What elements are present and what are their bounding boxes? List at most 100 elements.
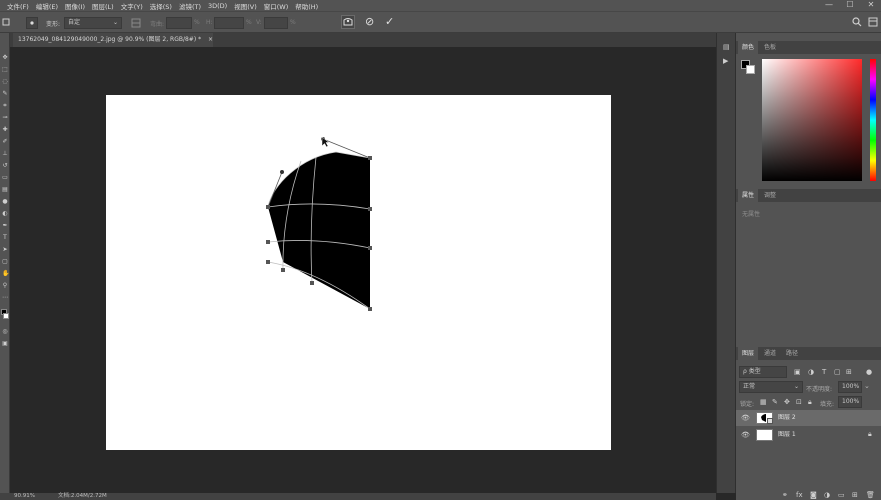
marquee-tool-icon[interactable]: ⬚ [2, 67, 8, 73]
actions-panel-icon[interactable]: ▶ [723, 57, 728, 65]
warp-anchor-point[interactable] [368, 156, 372, 160]
warp-anchor-point[interactable] [281, 268, 285, 272]
layer-name[interactable]: 图层 2 [778, 410, 796, 426]
tab-channels[interactable]: 通道 [760, 347, 780, 360]
blur-tool-icon[interactable]: ● [2, 199, 8, 205]
warp-transform-overlay[interactable] [106, 95, 611, 450]
history-brush-tool-icon[interactable]: ↺ [2, 163, 8, 169]
crop-tool-icon[interactable]: ⌗ [2, 103, 8, 109]
filter-shape-icon[interactable]: ▢ [834, 368, 841, 376]
menu-filter[interactable]: 滤镜(T) [179, 1, 201, 11]
layer-style-icon[interactable]: fx [796, 491, 803, 499]
bend-input[interactable] [166, 17, 192, 29]
maximize-button[interactable]: ☐ [843, 0, 857, 11]
eyedropper-tool-icon[interactable]: ⊸ [2, 115, 8, 121]
tab-properties[interactable]: 属性 [738, 189, 759, 202]
filter-pixel-icon[interactable]: ▣ [794, 368, 801, 376]
warp-anchor-point[interactable] [368, 207, 372, 211]
warp-anchor-point[interactable] [266, 205, 270, 209]
tab-adjustments[interactable]: 调整 [760, 189, 780, 202]
color-picker-field[interactable] [762, 59, 862, 181]
shape-tool-icon[interactable]: ▢ [2, 259, 8, 265]
fill-input[interactable]: 100% [838, 396, 862, 408]
link-layers-icon[interactable]: ⚭ [782, 491, 788, 499]
menu-window[interactable]: 窗口(W) [264, 1, 289, 11]
blend-mode-select[interactable]: 正常 ⌄ [739, 381, 803, 393]
chevron-down-icon[interactable]: ⌄ [864, 382, 870, 390]
warp-anchor-point[interactable] [310, 281, 314, 285]
close-window-button[interactable]: ✕ [864, 0, 878, 11]
menu-layer[interactable]: 图层(L) [92, 1, 114, 11]
lock-all-icon[interactable]: 🔒︎ [808, 398, 812, 406]
zoom-tool-icon[interactable]: ⚲ [2, 283, 8, 289]
warp-anchor-point[interactable] [368, 307, 372, 311]
new-layer-icon[interactable]: ⊞ [852, 491, 858, 499]
opacity-input[interactable]: 100% [838, 381, 862, 393]
history-panel-icon[interactable]: ▤ [723, 43, 730, 51]
warp-anchor-point[interactable] [266, 240, 270, 244]
hand-tool-icon[interactable]: ✋ [2, 271, 9, 277]
visibility-eye-icon[interactable]: 👁︎ [741, 414, 750, 422]
menu-edit[interactable]: 编辑(E) [36, 1, 58, 11]
menu-3d[interactable]: 3D(D) [208, 2, 227, 10]
lock-position-icon[interactable]: ✥ [784, 398, 790, 406]
screen-mode-icon[interactable]: ▣ [2, 341, 8, 347]
filter-adjustment-icon[interactable]: ◑ [808, 368, 814, 376]
warp-anchor-point[interactable] [368, 246, 372, 250]
gradient-tool-icon[interactable]: ▤ [2, 187, 8, 193]
warp-mode-toggle-icon[interactable] [341, 15, 355, 29]
add-mask-icon[interactable]: ◙ [810, 491, 817, 499]
lock-transparency-icon[interactable]: ▦ [760, 398, 767, 406]
delete-layer-icon[interactable]: 🗑︎ [866, 491, 875, 499]
tab-layers[interactable]: 图层 [738, 347, 759, 360]
workspace-icon[interactable] [868, 17, 878, 27]
lock-artboard-icon[interactable]: ⊡ [796, 398, 802, 406]
brush-tool-icon[interactable]: ✐ [2, 139, 8, 145]
menu-file[interactable]: 文件(F) [7, 1, 29, 11]
menu-view[interactable]: 视图(V) [234, 1, 257, 11]
warp-orientation-icon[interactable] [130, 17, 142, 29]
layer-row[interactable]: 👁︎ 图层 2 [736, 410, 881, 426]
layer-filter-select[interactable]: ρ 类型 [739, 366, 787, 378]
warp-anchor-point[interactable] [266, 260, 270, 264]
reference-point-icon[interactable] [26, 17, 38, 29]
v-distortion-input[interactable] [264, 17, 288, 29]
adjustment-layer-icon[interactable]: ◑ [824, 491, 830, 499]
path-selection-tool-icon[interactable]: ➤ [2, 247, 8, 253]
menu-help[interactable]: 帮助(H) [295, 1, 318, 11]
new-group-icon[interactable]: ▭ [838, 491, 845, 499]
layer-name[interactable]: 图层 1 [778, 427, 796, 443]
eraser-tool-icon[interactable]: ▭ [2, 175, 8, 181]
quick-select-tool-icon[interactable]: ✎ [2, 91, 8, 97]
filter-smart-object-icon[interactable]: ⊞ [846, 368, 852, 376]
document-canvas[interactable] [106, 95, 611, 450]
hue-slider[interactable] [870, 59, 876, 181]
warp-mode-select[interactable]: 自定 ⌄ [64, 17, 122, 29]
clone-stamp-tool-icon[interactable]: ⊥ [2, 151, 8, 157]
lasso-tool-icon[interactable]: ◌ [2, 79, 8, 85]
background-color-chip[interactable] [746, 65, 755, 74]
menu-type[interactable]: 文字(Y) [121, 1, 143, 11]
background-color-swatch[interactable] [3, 313, 9, 319]
close-tab-icon[interactable]: × [208, 36, 213, 43]
healing-brush-tool-icon[interactable]: ✚ [2, 127, 8, 133]
quick-mask-icon[interactable]: ◎ [2, 329, 8, 335]
document-tab[interactable]: 13762049_084129049000_2.jpg @ 90.9% (图层 … [13, 33, 213, 47]
menu-select[interactable]: 选择(S) [150, 1, 172, 11]
tab-color[interactable]: 颜色 [738, 41, 759, 54]
cancel-transform-icon[interactable]: ⊘ [365, 16, 374, 28]
lock-pixels-icon[interactable]: ✎ [772, 398, 778, 406]
filter-type-icon[interactable]: T [822, 368, 826, 376]
dodge-tool-icon[interactable]: ◐ [2, 211, 8, 217]
commit-transform-icon[interactable]: ✓ [385, 16, 394, 28]
layer-row[interactable]: 👁︎ 图层 1 🔒︎ [736, 427, 881, 443]
warp-handle-point[interactable] [280, 170, 284, 174]
search-icon[interactable] [852, 17, 862, 27]
minimize-button[interactable]: — [822, 0, 836, 11]
filter-toggle-icon[interactable]: ● [866, 368, 872, 376]
zoom-level[interactable]: 90.91% [14, 493, 35, 500]
pen-tool-icon[interactable]: ✒ [2, 223, 8, 229]
h-distortion-input[interactable] [214, 17, 244, 29]
tab-swatches[interactable]: 色板 [760, 41, 780, 54]
more-tools-icon[interactable]: ⋯ [2, 295, 8, 301]
